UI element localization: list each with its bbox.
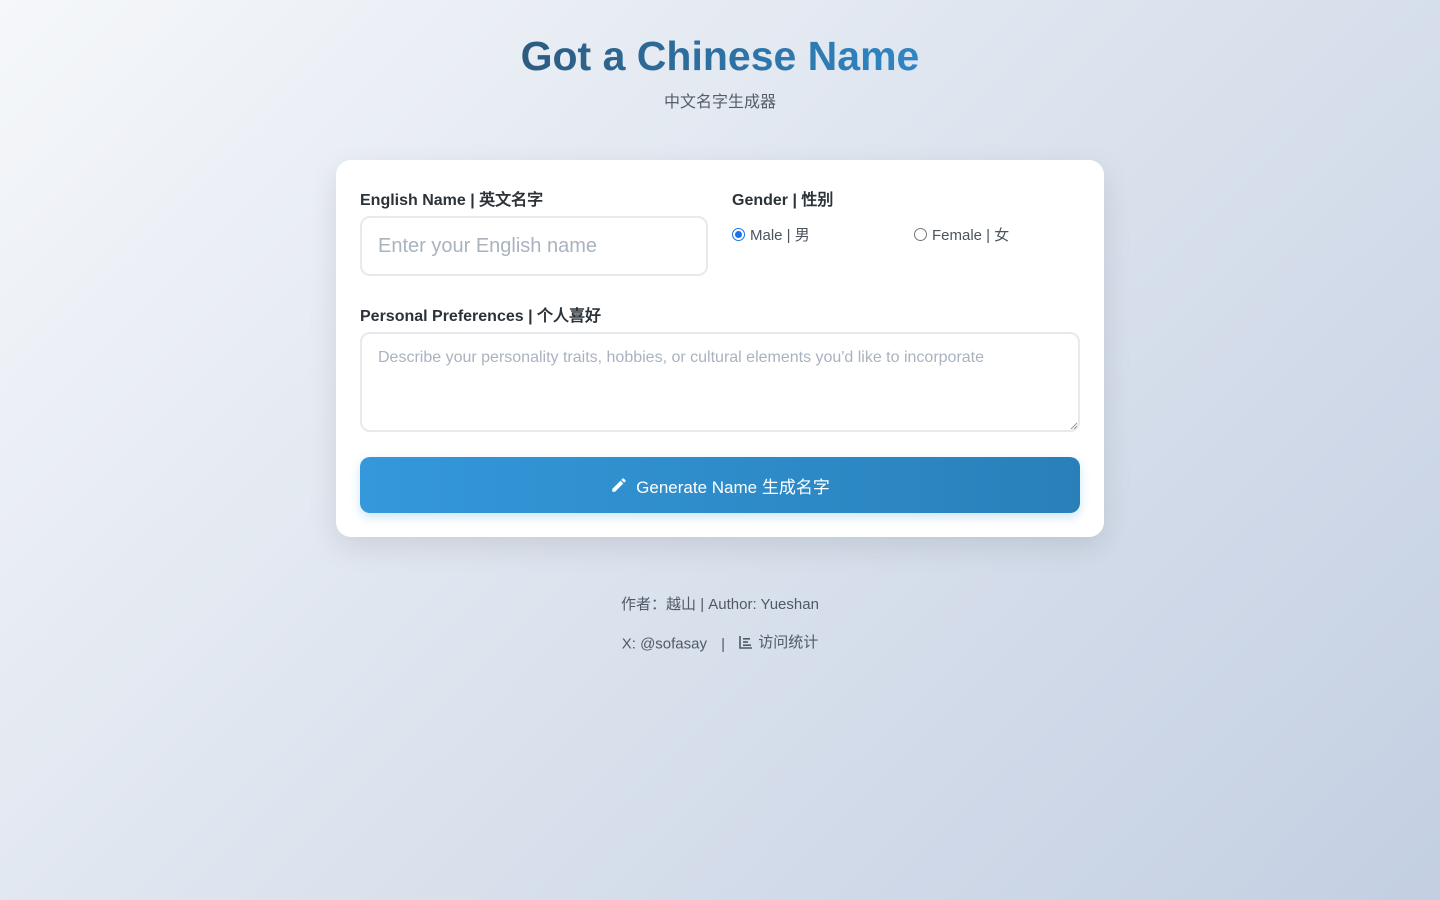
stats-link-label: 访问统计 (758, 634, 819, 651)
page-header: Got a Chinese Name 中文名字生成器 (0, 30, 1440, 112)
pencil-icon (612, 478, 626, 492)
gender-option-female[interactable]: Female | 女 (914, 224, 1009, 245)
preferences-label: Personal Preferences | 个人喜好 (360, 308, 602, 325)
page-subtitle: 中文名字生成器 (663, 94, 776, 111)
english-name-input[interactable] (360, 216, 708, 276)
bar-chart-icon (739, 635, 753, 649)
gender-option-male-label: Male | 男 (750, 227, 810, 244)
gender-label: Gender | 性别 (732, 192, 834, 209)
name-generator-form: English Name | 英文名字 Gender | 性别 Male | 男… (336, 160, 1104, 537)
radio-male[interactable] (732, 228, 745, 241)
footer-links: X: @sofasay | 访问统计 (0, 631, 1440, 653)
radio-female[interactable] (914, 228, 927, 241)
english-name-label: English Name | 英文名字 (360, 192, 544, 209)
preferences-textarea[interactable] (360, 332, 1080, 432)
gender-option-female-label: Female | 女 (932, 227, 1010, 244)
generate-name-button[interactable]: Generate Name 生成名字 (360, 457, 1080, 513)
gender-option-male[interactable]: Male | 男 (732, 224, 810, 245)
generate-button-label: Generate Name 生成名字 (636, 477, 830, 497)
stats-link[interactable]: 访问统计 (739, 631, 818, 652)
page-title: Got a Chinese Name (521, 30, 920, 82)
x-link[interactable]: X: @sofasay (622, 636, 707, 653)
footer-author: 作者：越山 | Author: Yueshan (621, 596, 819, 613)
footer-separator: | (721, 635, 726, 653)
resize-grip-icon[interactable] (1070, 422, 1078, 430)
